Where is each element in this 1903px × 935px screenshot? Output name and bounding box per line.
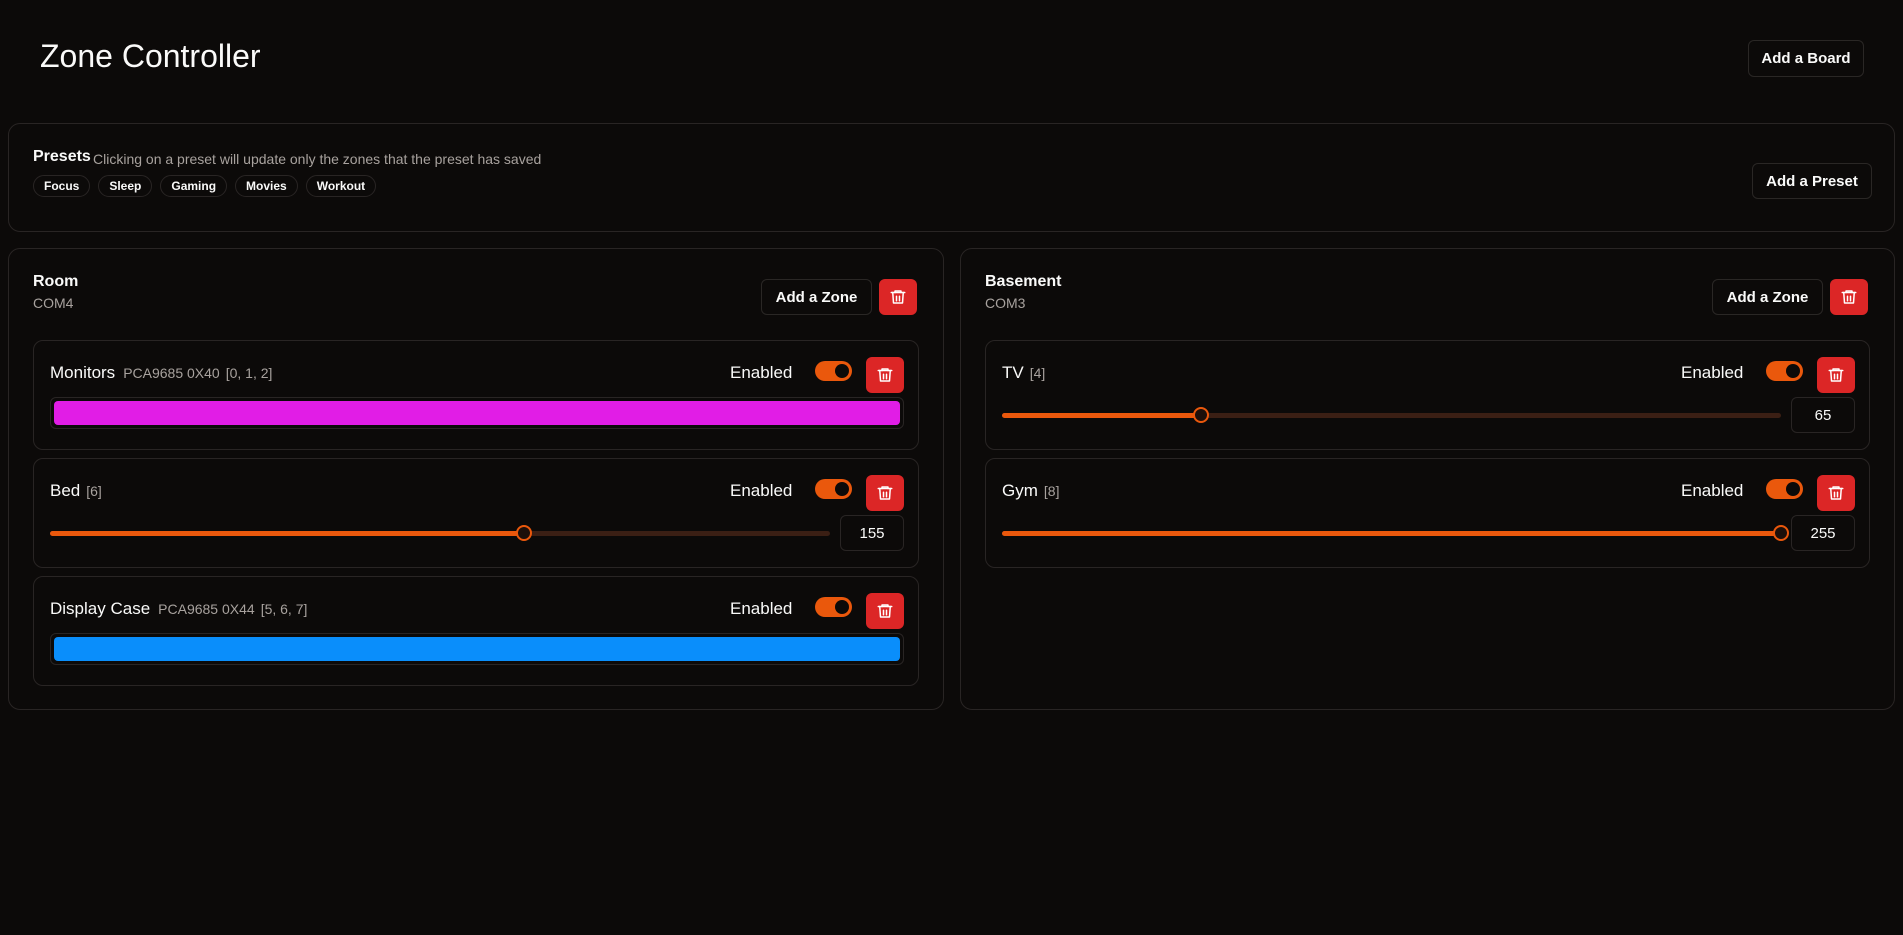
zone-card-display-case: Display Case PCA9685 0X44 [5, 6, 7] Enable… [33,576,919,686]
enabled-label: Enabled [1681,481,1744,500]
preset-chip-sleep[interactable]: Sleep [98,175,153,197]
toggle-knob [835,364,849,378]
enabled-label: Enabled [730,481,793,500]
delete-zone-button[interactable] [1817,357,1855,393]
preset-chip-gaming[interactable]: Gaming [160,175,228,197]
zone-pins: [8] [1043,483,1060,499]
zone-name: Gym [1002,481,1038,500]
preset-chip-workout[interactable]: Workout [305,175,377,197]
brightness-input[interactable] [1791,397,1855,433]
page-title: Zone Controller [40,38,261,74]
zone-title: Bed [6] [50,481,102,501]
board-card-basement: Basement COM3 Add a Zone TV [4] Enabled G… [960,248,1895,710]
presets-title: Presets [33,148,91,165]
delete-board-button[interactable] [1830,279,1868,315]
app-header: Zone Controller Add a Board [0,0,1903,118]
add-board-button[interactable]: Add a Board [1748,40,1864,77]
delete-zone-button[interactable] [1817,475,1855,511]
toggle-knob [835,600,849,614]
zone-card-tv: TV [4] Enabled [985,340,1870,450]
preset-chip-focus[interactable]: Focus [33,175,91,197]
board-card-room: Room COM4 Add a Zone Monitors PCA9685 0X4… [8,248,944,710]
zone-title: Display Case PCA9685 0X44 [5, 6, 7] [50,599,307,619]
zone-card-bed: Bed [6] Enabled [33,458,919,568]
zone-pins: [4] [1029,365,1046,381]
zone-pins: [0, 1, 2] [225,365,273,381]
add-zone-button[interactable]: Add a Zone [1712,279,1823,315]
brightness-slider[interactable] [1002,523,1789,543]
enabled-toggle[interactable] [815,597,852,617]
slider-fill [50,531,525,536]
trash-icon [890,290,906,304]
enabled-toggle[interactable] [1766,361,1803,381]
add-zone-button[interactable]: Add a Zone [761,279,872,315]
color-picker[interactable] [50,633,904,665]
trash-icon [1841,290,1857,304]
add-preset-button[interactable]: Add a Preset [1752,163,1872,199]
zone-card-gym: Gym [8] Enabled [985,458,1870,568]
board-name: Basement [985,273,1062,290]
slider-fill [1002,531,1781,536]
enabled-toggle[interactable] [1766,479,1803,499]
zone-name: Bed [50,481,81,500]
presets-description: Clicking on a preset will update only th… [93,151,542,167]
slider-thumb[interactable] [516,525,533,541]
board-port: COM3 [985,295,1026,311]
delete-zone-button[interactable] [866,357,904,393]
zone-title: Monitors PCA9685 0X40 [0, 1, 2] [50,363,272,383]
zone-name: TV [1002,363,1024,382]
preset-list: Focus Sleep Gaming Movies Workout [33,175,377,197]
zone-pins: [6] [86,483,102,499]
brightness-slider[interactable] [1002,405,1781,425]
brightness-input[interactable] [840,515,904,551]
trash-icon [877,368,893,382]
color-swatch [54,401,900,425]
enabled-label: Enabled [730,363,793,382]
zone-driver: PCA9685 0X44 [158,601,255,617]
zone-name: Display Case [50,599,151,618]
delete-zone-button[interactable] [866,475,904,511]
trash-icon [1828,368,1844,382]
slider-thumb[interactable] [1192,407,1209,423]
zone-driver: PCA9685 0X40 [123,365,220,381]
enabled-label: Enabled [1681,363,1744,382]
enabled-toggle[interactable] [815,479,852,499]
color-swatch [54,637,900,661]
toggle-knob [835,482,849,496]
slider-fill [1002,413,1201,418]
delete-board-button[interactable] [879,279,917,315]
board-port: COM4 [33,295,74,311]
zone-card-monitors: Monitors PCA9685 0X40 [0, 1, 2] Enabled [33,340,919,450]
enabled-label: Enabled [730,599,793,618]
zone-name: Monitors [50,363,116,382]
color-picker[interactable] [50,397,904,429]
board-name: Room [33,273,79,290]
zone-title: Gym [8] [1002,481,1059,501]
preset-chip-movies[interactable]: Movies [235,175,298,197]
zone-title: TV [4] [1002,363,1045,383]
trash-icon [877,486,893,500]
brightness-input[interactable] [1791,515,1855,551]
trash-icon [877,604,893,618]
zone-pins: [5, 6, 7] [260,601,308,617]
slider-thumb[interactable] [1773,525,1789,541]
brightness-slider[interactable] [50,523,830,543]
toggle-knob [1786,364,1800,378]
enabled-toggle[interactable] [815,361,852,381]
toggle-knob [1786,482,1800,496]
trash-icon [1828,486,1844,500]
delete-zone-button[interactable] [866,593,904,629]
presets-card: Presets Clicking on a preset will update… [8,123,1895,232]
